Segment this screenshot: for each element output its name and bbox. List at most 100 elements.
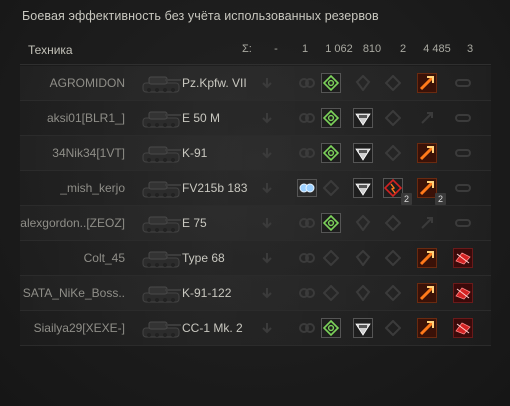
eye-icon [297,248,317,268]
col-header-4[interactable]: 2 [396,43,410,55]
panel-title: Боевая эффективность без учёта использов… [22,9,379,23]
assist-icon[interactable] [353,318,373,338]
spot-icon[interactable] [321,143,341,163]
track-icon [453,108,473,128]
arrow-icon [257,178,277,198]
track-icon [453,213,473,233]
tank-icon [135,314,183,342]
tank-name: E 75 [182,216,207,230]
table-row[interactable]: alexgordon..[ZEOZ] E 75 [20,206,491,241]
shield-icon [353,213,373,233]
tank-icon [135,174,183,202]
player-name: aksi01[BLR1_] [46,111,125,125]
player-name: alexgordon..[ZEOZ] [20,216,125,230]
diamond-icon [383,108,403,128]
player-name: 34Nik34[1VT] [52,146,125,160]
arrow-icon [257,213,277,233]
spot-icon[interactable] [321,213,341,233]
diamond-icon [383,213,403,233]
eye-icon [297,283,317,303]
fire-icon[interactable]: 2 [417,178,446,205]
tank-icon [135,244,183,272]
fire-icon [417,213,437,233]
fire-icon[interactable] [417,248,437,268]
spot-icon [321,178,341,198]
spot-icon[interactable] [321,73,341,93]
eye-icon [297,108,317,128]
eye-icon [297,73,317,93]
col-header-6[interactable]: 3 [463,43,477,55]
vehicle-column-header[interactable]: Техника [28,43,73,57]
table-row[interactable]: SATA_NiKe_Boss.. K-91-122 [20,276,491,311]
arrow-icon [257,248,277,268]
table-row[interactable]: Colt_45 Type 68 [20,241,491,276]
diamond-icon [383,143,403,163]
kill-icon[interactable] [453,248,473,268]
kill-icon[interactable] [453,318,473,338]
tank-icon [135,104,183,132]
arrow-icon [257,143,277,163]
col-header-5[interactable]: 4 485 [419,43,455,55]
eye-icon [297,318,317,338]
assist-icon[interactable] [353,143,373,163]
tank-name: K-91-122 [182,286,232,300]
spot-icon [321,248,341,268]
table-row[interactable]: aksi01[BLR1_] E 50 M [20,101,491,136]
table-row[interactable]: Siailya29[XEXE-] CC-1 Mk. 2 [20,311,491,346]
tank-icon [135,69,183,97]
tank-name: E 50 M [182,111,221,125]
sigma-label: Σ: [242,43,252,55]
arrow-icon [257,108,277,128]
tank-icon [135,209,183,237]
col-header-0[interactable]: - [270,43,282,55]
count-badge: 2 [434,193,446,205]
player-name: Colt_45 [83,251,125,265]
fire-icon[interactable] [417,318,437,338]
fire-icon[interactable] [417,143,437,163]
vehicle-table: AGROMIDON Pz.Kpfw. VII aksi01[BLR1_] E 50… [20,66,491,346]
tank-name: Type 68 [182,251,225,265]
shield-icon [353,283,373,303]
shield-icon [353,73,373,93]
eye-icon [297,213,317,233]
arrow-icon [257,73,277,93]
count-badge: 2 [400,193,412,205]
assist-icon[interactable] [353,108,373,128]
shield-icon [353,248,373,268]
table-row[interactable]: AGROMIDON Pz.Kpfw. VII [20,66,491,101]
tank-name: K-91 [182,146,208,160]
player-name: Siailya29[XEXE-] [33,321,125,335]
track-icon [453,143,473,163]
spot-icon[interactable] [321,108,341,128]
diamond-icon [383,73,403,93]
crit-icon[interactable]: 2 [383,178,412,205]
fire-icon [417,108,437,128]
diamond-icon [383,248,403,268]
table-row[interactable]: 34Nik34[1VT] K-91 [20,136,491,171]
player-name: _mish_kerjo [60,181,125,195]
eye-icon[interactable] [297,178,317,198]
arrow-icon [257,283,277,303]
tank-name: CC-1 Mk. 2 [182,321,243,335]
diamond-icon [383,283,403,303]
tank-name: FV215b 183 [182,181,248,195]
tank-name: Pz.Kpfw. VII [182,76,247,90]
tank-icon [135,139,183,167]
fire-icon[interactable] [417,73,437,93]
table-row[interactable]: _mish_kerjo FV215b 183 2 2 [20,171,491,206]
col-header-3[interactable]: 810 [358,43,386,55]
assist-icon[interactable] [353,178,373,198]
col-header-2[interactable]: 1 062 [322,43,356,55]
spot-icon [321,283,341,303]
table-header: Техника Σ: - 1 1 062 810 2 4 485 3 [20,38,491,65]
player-name: AGROMIDON [49,76,125,90]
tank-icon [135,279,183,307]
fire-icon[interactable] [417,283,437,303]
col-header-1[interactable]: 1 [298,43,312,55]
kill-icon[interactable] [453,283,473,303]
track-icon [453,73,473,93]
diamond-icon [383,318,403,338]
player-name: SATA_NiKe_Boss.. [22,286,125,300]
track-icon [453,178,473,198]
spot-icon[interactable] [321,318,341,338]
